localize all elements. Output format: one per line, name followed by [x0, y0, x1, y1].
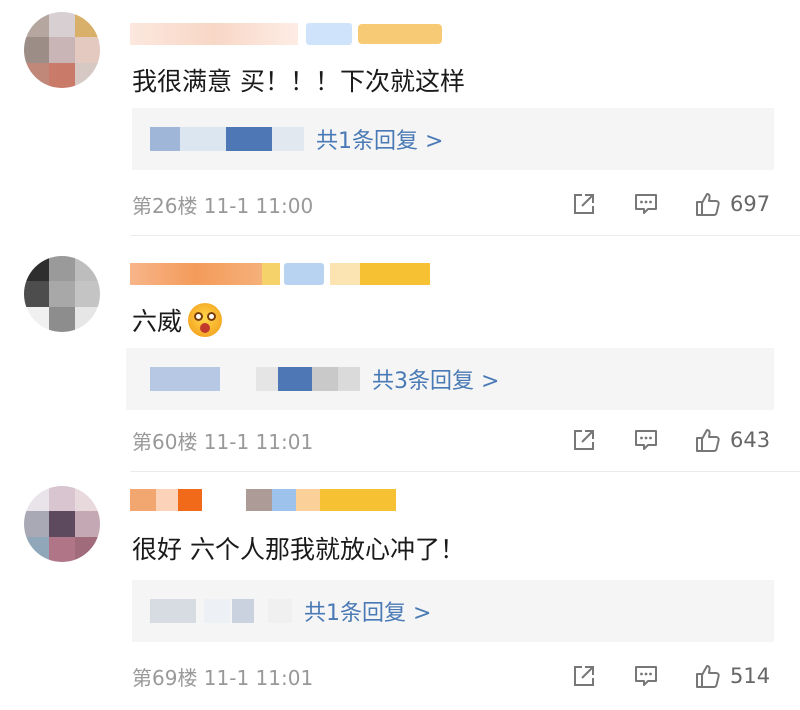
- like-count: 697: [730, 192, 771, 216]
- comment-meta: 第26楼 11-1 11:00 697: [132, 189, 774, 219]
- reply-preview[interactable]: 共3条回复 >: [126, 348, 774, 410]
- comment-text: 很好 六个人那我就放心冲了！: [132, 535, 465, 564]
- share-icon[interactable]: [570, 662, 598, 690]
- avatar[interactable]: [24, 486, 100, 562]
- reply-preview[interactable]: 共1条回复 >: [132, 580, 774, 642]
- level-badge: [360, 263, 430, 285]
- comment-text: 六威: [132, 300, 223, 340]
- reply-count-link[interactable]: 共3条回复 >: [372, 363, 499, 395]
- hug-emoji-icon: [188, 303, 223, 337]
- comment-icon[interactable]: [632, 426, 660, 454]
- comment-meta: 第60楼 11-1 11:01 643: [132, 425, 774, 455]
- username-blurred[interactable]: [130, 262, 430, 286]
- comment-meta: 第69楼 11-1 11:01 514: [132, 661, 774, 691]
- reply-author-blurred: [150, 127, 304, 151]
- share-icon[interactable]: [570, 190, 598, 218]
- comment-icon[interactable]: [632, 190, 660, 218]
- share-icon[interactable]: [570, 426, 598, 454]
- like-count: 643: [730, 428, 771, 452]
- comment-text: 我很满意 买！！！下次就这样: [132, 67, 465, 96]
- reply-count-link[interactable]: 共1条回复 >: [304, 595, 431, 627]
- thumbs-up-icon[interactable]: [694, 190, 722, 218]
- avatar[interactable]: [24, 256, 100, 332]
- username-blurred[interactable]: [130, 22, 442, 46]
- like-count: 514: [730, 664, 771, 688]
- avatar[interactable]: [24, 12, 100, 88]
- comment-item: 我很满意 买！！！下次就这样 共1条回复 > 第26楼 11-1 11:00 6…: [0, 0, 800, 236]
- floor-time: 第60楼 11-1 11:01: [132, 429, 314, 454]
- floor-time: 第26楼 11-1 11:00: [132, 193, 314, 218]
- reply-author-blurred: [150, 599, 292, 623]
- floor-time: 第69楼 11-1 11:01: [132, 665, 314, 690]
- reply-author-blurred: [150, 367, 360, 391]
- username-blurred[interactable]: [130, 488, 396, 512]
- comment-item: 很好 六个人那我就放心冲了！ 共1条回复 > 第69楼 11-1 11:01 5…: [0, 472, 800, 710]
- level-badge: [320, 489, 396, 511]
- comment-item: 六威 共3条回复 > 第60楼 11-1 11:01 643: [0, 236, 800, 472]
- thumbs-up-icon[interactable]: [694, 426, 722, 454]
- comment-icon[interactable]: [632, 662, 660, 690]
- reply-count-link[interactable]: 共1条回复 >: [316, 123, 443, 155]
- thumbs-up-icon[interactable]: [694, 662, 722, 690]
- reply-preview[interactable]: 共1条回复 >: [132, 108, 774, 170]
- level-badge: [358, 24, 442, 44]
